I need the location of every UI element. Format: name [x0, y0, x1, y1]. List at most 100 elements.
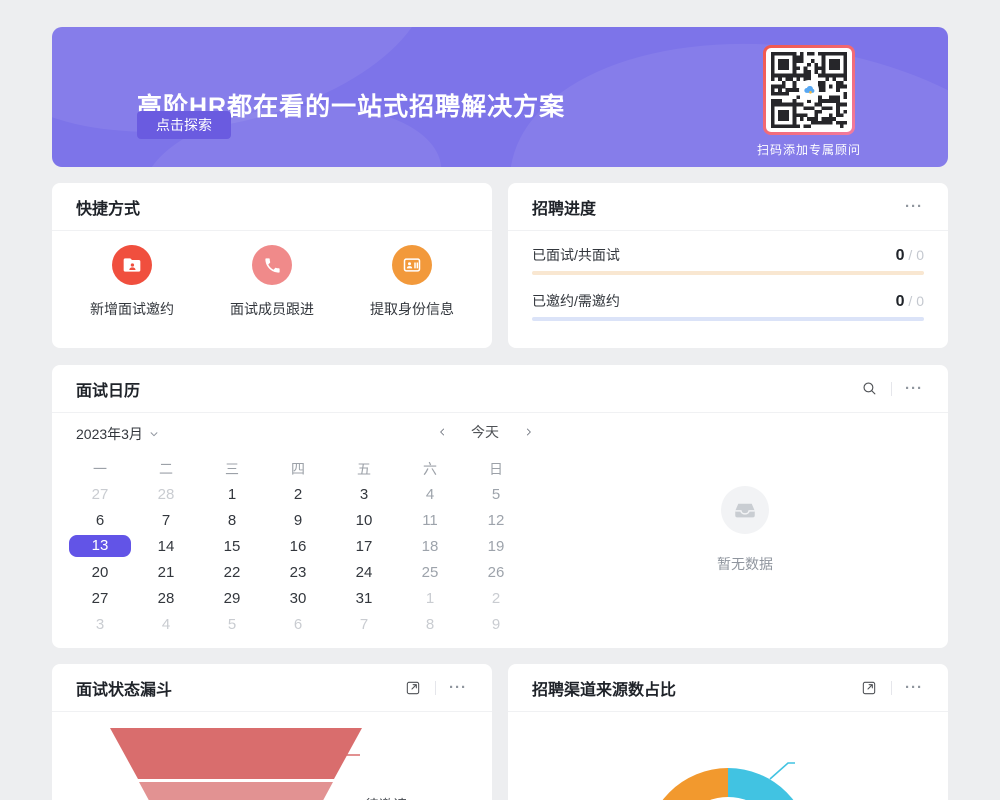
calendar-day[interactable]: 25: [397, 559, 463, 585]
pie-more-menu-button[interactable]: ···: [904, 678, 924, 698]
qr-center-logo-icon: [799, 80, 819, 100]
calendar-day[interactable]: 5: [463, 481, 529, 507]
weekday-header: 四: [265, 457, 331, 481]
calendar-day[interactable]: 10: [331, 507, 397, 533]
chevron-down-icon: [149, 429, 159, 439]
pie-expand-button[interactable]: [859, 678, 879, 698]
prev-period-button[interactable]: [435, 422, 449, 442]
calendar-day[interactable]: 14: [133, 533, 199, 559]
calendar-title: 面试日历: [76, 377, 140, 401]
funnel-segment-2: [139, 782, 333, 800]
next-period-button[interactable]: [521, 422, 535, 442]
calendar-week-row: 20212223242526: [67, 559, 529, 585]
funnel-expand-button[interactable]: [403, 678, 423, 698]
pie-chart: 互联网招聘: 2(16.67%): [508, 712, 948, 800]
today-button[interactable]: 今天: [471, 422, 499, 442]
calendar-day[interactable]: 6: [265, 611, 331, 637]
chevron-right-icon: [524, 425, 533, 439]
calendar-day[interactable]: 27: [67, 585, 133, 611]
quick-action-item[interactable]: 提取身份信息: [342, 245, 482, 319]
calendar-header: 面试日历 ···: [52, 365, 948, 413]
calendar-day[interactable]: 21: [133, 559, 199, 585]
calendar-day[interactable]: 12: [463, 507, 529, 533]
month-selector-dropdown[interactable]: 2023年3月: [76, 424, 159, 444]
calendar-day[interactable]: 2: [265, 481, 331, 507]
ellipsis-icon: ···: [905, 199, 923, 214]
calendar-day[interactable]: 7: [133, 507, 199, 533]
chevron-left-icon: [438, 425, 447, 439]
calendar-day[interactable]: 16: [265, 533, 331, 559]
calendar-day[interactable]: 3: [67, 611, 133, 637]
calendar-days: 2728123456789101112131415161718192021222…: [67, 481, 529, 637]
calendar-day[interactable]: 20: [67, 559, 133, 585]
quick-actions-card: 快捷方式 新增面试邀约 面试成员跟进 提取身份信息: [52, 183, 492, 348]
ellipsis-icon: ···: [905, 381, 923, 396]
promo-banner: 高阶HR都在看的一站式招聘解决方案 点击探索 扫码添加专属顾问: [52, 27, 948, 167]
calendar-day[interactable]: 31: [331, 585, 397, 611]
calendar-more-menu-button[interactable]: ···: [904, 379, 924, 399]
calendar-day[interactable]: 19: [463, 533, 529, 559]
calendar-day[interactable]: 28: [133, 481, 199, 507]
interview-funnel-card: 面试状态漏斗 ··· 待邀请: 4: [52, 664, 492, 800]
calendar-day[interactable]: 4: [397, 481, 463, 507]
calendar-day[interactable]: 28: [133, 585, 199, 611]
quick-action-item[interactable]: 新增面试邀约: [62, 245, 202, 319]
calendar-empty-state: 暂无数据: [660, 486, 830, 574]
calendar-day[interactable]: 8: [397, 611, 463, 637]
pie-slice-internet: [728, 768, 811, 800]
channel-pie-card: 招聘渠道来源数占比 ··· 互联网招聘: 2(16.67%): [508, 664, 948, 800]
external-link-icon: [861, 680, 877, 696]
calendar-day[interactable]: 6: [67, 507, 133, 533]
progress-row-label: 已邀约/需邀约: [532, 291, 620, 311]
calendar-day[interactable]: 1: [199, 481, 265, 507]
calendar-day[interactable]: 9: [463, 611, 529, 637]
quick-actions-title: 快捷方式: [76, 195, 140, 219]
qr-caption: 扫码添加专属顾问: [733, 141, 885, 158]
folder-user-icon: [112, 245, 152, 285]
empty-state-text: 暂无数据: [660, 554, 830, 574]
calendar-day[interactable]: 9: [265, 507, 331, 533]
calendar-day[interactable]: 8: [199, 507, 265, 533]
calendar-day[interactable]: 2: [463, 585, 529, 611]
progress-rows: 已面试/共面试0 / 0已邀约/需邀约0 / 0: [508, 231, 948, 321]
recruit-progress-title: 招聘进度: [532, 195, 596, 219]
quick-action-label: 新增面试邀约: [90, 299, 174, 319]
quick-action-item[interactable]: 面试成员跟进: [202, 245, 342, 319]
month-label: 2023年3月: [76, 424, 143, 444]
calendar-day[interactable]: 1: [397, 585, 463, 611]
calendar-day[interactable]: 4: [133, 611, 199, 637]
calendar-day[interactable]: 23: [265, 559, 331, 585]
pie-card-title: 招聘渠道来源数占比: [532, 676, 676, 700]
progress-more-menu-button[interactable]: ···: [904, 197, 924, 217]
calendar-day[interactable]: 24: [331, 559, 397, 585]
funnel-more-menu-button[interactable]: ···: [448, 678, 468, 698]
calendar-day[interactable]: 11: [397, 507, 463, 533]
calendar-day[interactable]: 5: [199, 611, 265, 637]
quick-action-label: 面试成员跟进: [230, 299, 314, 319]
calendar-day-selected[interactable]: 13: [67, 533, 133, 559]
calendar-day[interactable]: 18: [397, 533, 463, 559]
calendar-day[interactable]: 15: [199, 533, 265, 559]
calendar-search-button[interactable]: [859, 379, 879, 399]
pie-chart-svg: [508, 712, 948, 800]
funnel-chart-svg: [52, 712, 492, 800]
calendar-day[interactable]: 30: [265, 585, 331, 611]
calendar-day[interactable]: 3: [331, 481, 397, 507]
pie-label-connector: [770, 763, 795, 779]
qr-code: [763, 45, 855, 135]
ellipsis-icon: ···: [449, 680, 467, 695]
calendar-day[interactable]: 22: [199, 559, 265, 585]
external-link-icon: [405, 680, 421, 696]
calendar-day[interactable]: 29: [199, 585, 265, 611]
calendar-grid: 一二三四五六日 27281234567891011121314151617181…: [67, 457, 529, 637]
calendar-day[interactable]: 7: [331, 611, 397, 637]
banner-cta-button[interactable]: 点击探索: [137, 111, 231, 139]
calendar-day[interactable]: 26: [463, 559, 529, 585]
progress-row: 已邀约/需邀约0 / 0: [532, 291, 924, 321]
funnel-card-header: 面试状态漏斗 ···: [52, 664, 492, 712]
calendar-week-row: 13141516171819: [67, 533, 529, 559]
calendar-day[interactable]: 27: [67, 481, 133, 507]
calendar-nav: 今天: [435, 422, 535, 442]
empty-state-circle: [721, 486, 769, 534]
calendar-day[interactable]: 17: [331, 533, 397, 559]
